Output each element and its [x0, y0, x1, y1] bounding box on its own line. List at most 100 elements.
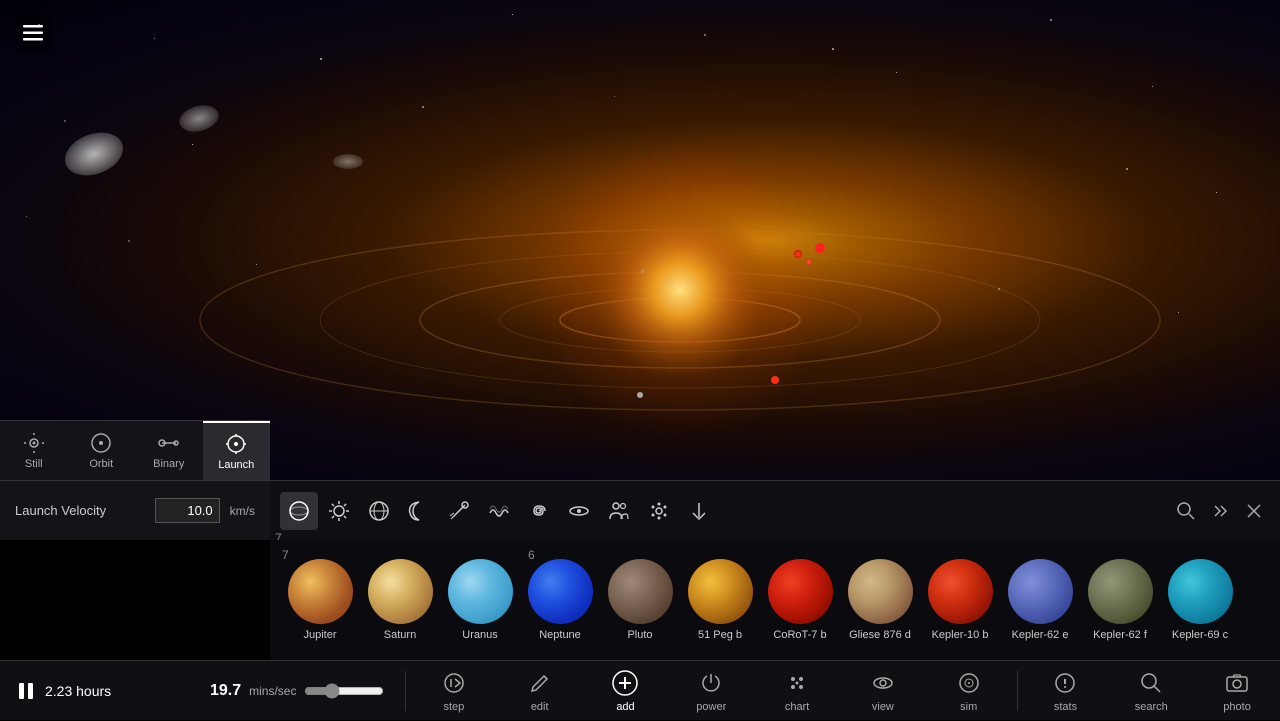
toolbar-earth-icon[interactable]: [360, 492, 398, 530]
stats-label: stats: [1054, 701, 1077, 713]
toolbar-search-btn[interactable]: [1170, 495, 1202, 527]
binary-label: Binary: [153, 458, 184, 470]
kepler62f-img: [1088, 559, 1153, 624]
planet-corot7b[interactable]: CoRoT-7 b: [760, 554, 840, 646]
gliese876d-name: Gliese 876 d: [849, 629, 911, 641]
power-label: power: [696, 701, 726, 713]
jupiter-name: Jupiter: [303, 629, 336, 641]
launch-velocity-input[interactable]: [155, 498, 220, 523]
edit-label: edit: [531, 701, 549, 713]
corot7b-img: [768, 559, 833, 624]
time-area: 2.23 hours: [0, 680, 200, 702]
toolbar-down-icon[interactable]: [680, 492, 718, 530]
planet-kepler10b[interactable]: Kepler-10 b: [920, 554, 1000, 646]
toolbar-comet-icon[interactable]: [440, 492, 478, 530]
planet-gliese876d[interactable]: Gliese 876 d: [840, 554, 920, 646]
toolbar-moon-icon[interactable]: [400, 492, 438, 530]
planet-kepler62f[interactable]: Kepler-62 f: [1080, 554, 1160, 646]
planet-count-left: 7: [282, 548, 289, 562]
corot7b-name: CoRoT-7 b: [773, 629, 826, 641]
jupiter-img: [288, 559, 353, 624]
stats-icon: [1051, 669, 1079, 697]
planet-kepler62e[interactable]: Kepler-62 e: [1000, 554, 1080, 646]
hamburger-menu[interactable]: [15, 15, 51, 51]
toolbar-cluster-icon[interactable]: [640, 492, 678, 530]
kepler62e-img: [1008, 559, 1073, 624]
bottom-tool-edit[interactable]: edit: [497, 661, 583, 721]
add-icon: [611, 669, 639, 697]
kepler62e-name: Kepler-62 e: [1012, 629, 1069, 641]
toolbar-collapse-btn[interactable]: [1204, 495, 1236, 527]
bottom-tool-stats[interactable]: stats: [1023, 661, 1109, 721]
bottom-tool-view[interactable]: view: [840, 661, 926, 721]
pause-button[interactable]: [15, 680, 37, 702]
step-label: step: [444, 701, 465, 713]
planet-neptune[interactable]: Neptune: [520, 554, 600, 646]
bottom-tool-sim[interactable]: sim: [926, 661, 1012, 721]
toolbar-planet-icon[interactable]: [280, 492, 318, 530]
planet-selector[interactable]: 7 6 Jupiter Saturn Uranus Neptune Pluto …: [270, 540, 1280, 660]
kepler69c-name: Kepler-69 c: [1172, 629, 1228, 641]
search-icon: [1137, 669, 1165, 697]
chart-label: chart: [785, 701, 809, 713]
planet-saturn[interactable]: Saturn: [360, 554, 440, 646]
toolbar-people-icon[interactable]: [600, 492, 638, 530]
step-icon: [440, 669, 468, 697]
still-label: Still: [25, 458, 43, 470]
power-icon: [697, 669, 725, 697]
toolbar-spiral-icon[interactable]: [520, 492, 558, 530]
planet-kepler69c[interactable]: Kepler-69 c: [1160, 554, 1240, 646]
bottom-tool-step[interactable]: step: [411, 661, 497, 721]
launch-icon: [225, 433, 247, 455]
mode-still[interactable]: Still: [0, 421, 68, 481]
speed-area: 19.7 mins/sec: [200, 682, 400, 700]
launch-velocity-label: Launch Velocity: [15, 503, 145, 518]
planet-uranus[interactable]: Uranus: [440, 554, 520, 646]
bottom-tool-power[interactable]: power: [668, 661, 754, 721]
neptune-img: [528, 559, 593, 624]
neptune-name: Neptune: [539, 629, 581, 641]
speed-value: 19.7: [210, 682, 241, 700]
mode-launch[interactable]: Launch: [203, 421, 271, 481]
51pegb-name: 51 Peg b: [698, 629, 742, 641]
mode-bar: Still Orbit Binary: [0, 420, 270, 480]
orbit-icon: [90, 432, 112, 454]
mode-binary[interactable]: Binary: [135, 421, 203, 481]
uranus-name: Uranus: [462, 629, 497, 641]
kepler10b-img: [928, 559, 993, 624]
mode-orbit[interactable]: Orbit: [68, 421, 136, 481]
edit-icon: [526, 669, 554, 697]
toolbar-close-btn[interactable]: [1238, 495, 1270, 527]
toolbar-wave-icon[interactable]: [480, 492, 518, 530]
photo-icon: [1223, 669, 1251, 697]
planet-count-right: 6: [528, 548, 535, 562]
planet-jupiter[interactable]: Jupiter: [280, 554, 360, 646]
planet-51pegb[interactable]: 51 Peg b: [680, 554, 760, 646]
51pegb-img: [688, 559, 753, 624]
pluto-img: [608, 559, 673, 624]
binary-icon: [158, 432, 180, 454]
bottom-tool-search[interactable]: search: [1108, 661, 1194, 721]
speed-slider[interactable]: [304, 683, 384, 699]
bottom-tool-photo[interactable]: photo: [1194, 661, 1280, 721]
add-label: add: [616, 701, 634, 713]
toolbar-ring-icon[interactable]: [560, 492, 598, 530]
divider-1: [405, 671, 406, 711]
gliese876d-img: [848, 559, 913, 624]
launch-label: Launch: [218, 459, 254, 471]
icon-toolbar: [270, 480, 1280, 540]
launch-velocity-panel: Launch Velocity km/s: [0, 480, 270, 540]
saturn-img: [368, 559, 433, 624]
kepler62f-name: Kepler-62 f: [1093, 629, 1147, 641]
toolbar-sun-icon[interactable]: [320, 492, 358, 530]
sim-icon: [955, 669, 983, 697]
planet-pluto[interactable]: Pluto: [600, 554, 680, 646]
bottom-tool-chart[interactable]: chart: [754, 661, 840, 721]
photo-label: photo: [1223, 701, 1251, 713]
bottom-tool-add[interactable]: add: [583, 661, 669, 721]
uranus-img: [448, 559, 513, 624]
bottom-toolbar: 2.23 hours 19.7 mins/sec step edit: [0, 660, 1280, 720]
divider-2: [1017, 671, 1018, 711]
launch-velocity-unit: km/s: [230, 504, 255, 518]
space-background: [0, 0, 1280, 480]
